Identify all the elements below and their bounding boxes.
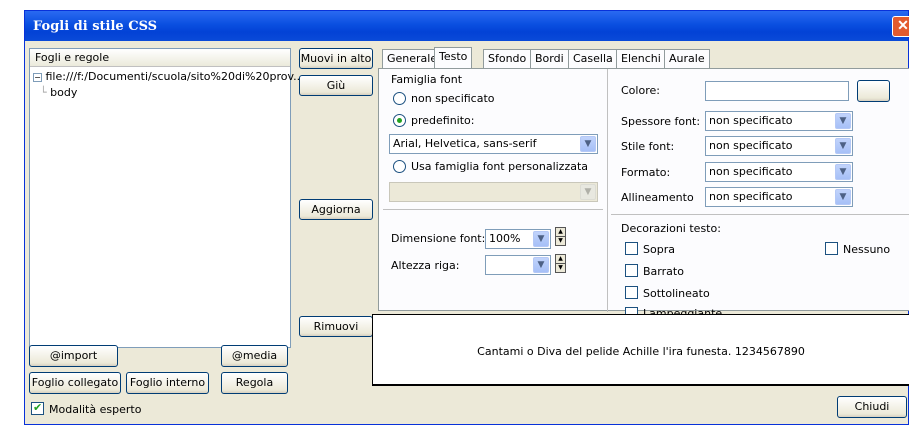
tree-item-body-label: body <box>50 86 78 99</box>
preview-area: Cantami o Diva del pelide Achille l'ira … <box>372 314 909 386</box>
custom-font-select[interactable]: ▼ <box>389 182 598 202</box>
strikethrough-checkbox[interactable] <box>625 264 638 277</box>
font-style-label: Stile font: <box>621 140 675 153</box>
separator <box>611 214 909 215</box>
alignment-label: Allineamento <box>621 191 694 204</box>
line-height-label: Altezza riga: <box>391 259 460 272</box>
tree-branch-icon: └ <box>40 86 47 99</box>
overline-label: Sopra <box>643 243 675 256</box>
font-size-value: 100% <box>489 232 521 245</box>
predefined-font-value: Arial, Helvetica, sans-serif <box>393 137 537 150</box>
close-button[interactable]: Chiudi <box>837 396 907 418</box>
none-label: Nessuno <box>843 243 891 256</box>
collapse-icon[interactable]: − <box>33 73 42 82</box>
tree-header: Fogli e regole <box>30 49 290 67</box>
none-checkbox[interactable] <box>825 242 838 255</box>
overline-checkbox[interactable] <box>625 242 638 255</box>
move-down-button[interactable]: Giù <box>299 75 373 96</box>
decorations-label: Decorazioni testo: <box>621 222 721 235</box>
chevron-down-icon[interactable]: ▼ <box>533 231 549 247</box>
chevron-down-icon[interactable]: ▼ <box>835 113 851 129</box>
alignment-select[interactable]: non specificato ▼ <box>705 187 853 207</box>
move-up-button[interactable]: Muovi in alto <box>299 48 373 69</box>
color-label: Colore: <box>621 84 660 97</box>
font-weight-value: non specificato <box>709 114 793 127</box>
separator <box>383 209 603 210</box>
font-style-value: non specificato <box>709 139 793 152</box>
tab-casella[interactable]: Casella <box>568 49 618 69</box>
rule-button[interactable]: Regola <box>221 372 288 394</box>
underline-checkbox[interactable] <box>625 286 638 299</box>
text-tab-panel: Famiglia font non specificato predefinit… <box>378 68 909 320</box>
color-field[interactable] <box>705 81 849 101</box>
window-title: Fogli di stile CSS <box>33 19 158 34</box>
font-size-select[interactable]: 100% ▼ <box>485 229 551 249</box>
tab-sfondo[interactable]: Sfondo <box>483 49 532 69</box>
tab-testo[interactable]: Testo <box>434 47 473 69</box>
tree-item-body[interactable]: └ body <box>40 86 77 99</box>
refresh-button[interactable]: Aggiorna <box>299 199 373 220</box>
font-custom-label: Usa famiglia font personalizzata <box>411 160 589 173</box>
expert-mode-label: Modalità esperto <box>49 403 142 416</box>
alignment-value: non specificato <box>709 190 793 203</box>
font-size-stepper[interactable]: ▲ ▼ <box>555 227 566 246</box>
remove-button[interactable]: Rimuovi <box>299 316 373 337</box>
predefined-font-select[interactable]: Arial, Helvetica, sans-serif ▼ <box>389 134 598 154</box>
font-unspecified-label: non specificato <box>411 92 495 105</box>
stylesheet-tree[interactable]: Fogli e regole − file:///f:/Documenti/sc… <box>29 48 304 348</box>
tab-elenchi[interactable]: Elenchi <box>616 49 666 69</box>
underline-label: Sottolineato <box>643 287 710 300</box>
font-weight-label: Spessore font: <box>621 115 701 128</box>
chevron-down-icon: ▼ <box>580 184 596 200</box>
close-icon[interactable]: ✕ <box>892 16 909 37</box>
media-button[interactable]: @media <box>221 345 288 367</box>
preview-text: Cantami o Diva del pelide Achille l'ira … <box>477 345 805 358</box>
tab-aurale[interactable]: Aurale <box>664 49 710 69</box>
color-picker-button[interactable] <box>857 80 890 102</box>
expert-mode-checkbox[interactable] <box>31 401 44 415</box>
linked-sheet-button[interactable]: Foglio collegato <box>29 372 121 394</box>
font-size-label: Dimensione font: <box>391 232 486 245</box>
css-stylesheets-dialog: Fogli di stile CSS ✕ Fogli e regole − fi… <box>24 10 909 425</box>
internal-sheet-button[interactable]: Foglio interno <box>126 372 209 394</box>
format-label: Formato: <box>621 166 671 179</box>
chevron-down-icon[interactable]: ▼ <box>580 136 596 152</box>
chevron-down-icon[interactable]: ▼ <box>835 138 851 154</box>
format-select[interactable]: non specificato ▼ <box>705 162 853 182</box>
tab-bordi[interactable]: Bordi <box>530 49 569 69</box>
tree-item-file[interactable]: − file:///f:/Documenti/scuola/sito%20di%… <box>33 70 304 83</box>
chevron-down-icon[interactable]: ▼ <box>835 164 851 180</box>
format-value: non specificato <box>709 165 793 178</box>
title-bar: Fogli di stile CSS ✕ <box>25 11 909 41</box>
font-family-group-label: Famiglia font <box>391 73 463 86</box>
chevron-down-icon[interactable]: ▼ <box>533 257 549 273</box>
strikethrough-label: Barrato <box>643 265 684 278</box>
font-custom-radio[interactable] <box>393 160 406 173</box>
font-predefined-radio[interactable] <box>393 114 406 127</box>
font-style-select[interactable]: non specificato ▼ <box>705 136 853 156</box>
font-weight-select[interactable]: non specificato ▼ <box>705 111 853 131</box>
line-height-select[interactable]: ▼ <box>485 255 551 275</box>
chevron-down-icon[interactable]: ▼ <box>835 189 851 205</box>
line-height-stepper[interactable]: ▲ ▼ <box>555 254 566 273</box>
import-button[interactable]: @import <box>29 345 118 367</box>
separator-vertical <box>607 69 608 312</box>
font-unspecified-radio[interactable] <box>393 92 406 105</box>
font-predefined-label: predefinito: <box>411 114 475 127</box>
tree-item-file-label: file:///f:/Documenti/scuola/sito%20di%20… <box>45 70 304 83</box>
